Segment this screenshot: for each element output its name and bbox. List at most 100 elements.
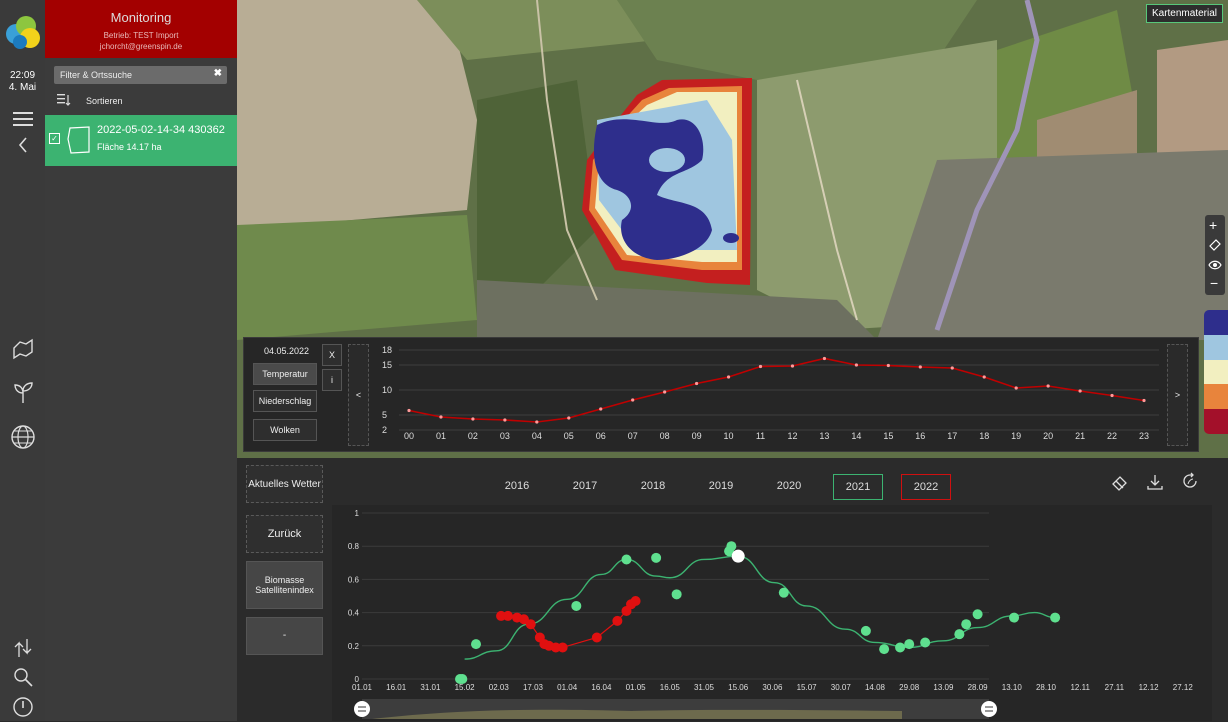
bio-xtick-label: 15.07: [797, 683, 818, 692]
temp-point: [407, 408, 411, 413]
temp-xtick-label: 11: [756, 431, 765, 441]
temp-point: [918, 365, 922, 369]
bio-2021-point: [778, 587, 789, 598]
bio-2021-point: [879, 644, 890, 655]
bio-xtick-label: 01.04: [557, 683, 578, 692]
zoom-out-icon[interactable]: −: [1210, 275, 1218, 291]
temp-xtick-label: 02: [468, 431, 478, 441]
precipitation-button[interactable]: Niederschlag: [253, 390, 317, 412]
temperature-button[interactable]: Temperatur: [253, 363, 317, 385]
year-2021-tab[interactable]: 2021: [833, 474, 883, 500]
eraser-icon[interactable]: [1208, 237, 1222, 251]
biomass-chart-area: 0 0.2 0.4 0.6 0.8 1 01.01 16.01 31.01 15.02 02.03 1…: [332, 505, 1212, 721]
year-2017-tab[interactable]: 2017: [561, 474, 609, 498]
bio-2021-point: [860, 625, 871, 636]
bio-xtick-label: 27.12: [1173, 683, 1194, 692]
temp-point: [1014, 386, 1018, 390]
plant-icon[interactable]: [8, 377, 38, 407]
temp-point: [1046, 384, 1050, 388]
temp-point: [758, 364, 763, 369]
bio-xtick-label: 13.09: [933, 683, 954, 692]
import-export-icon[interactable]: [8, 633, 38, 663]
temp-ytick-label: 10: [382, 385, 392, 395]
year-2022-tab[interactable]: 2022: [901, 474, 951, 500]
clouds-button[interactable]: Wolken: [253, 419, 317, 441]
bio-2021-point: [895, 642, 906, 653]
temp-point: [471, 417, 475, 421]
bio-xtick-label: 30.07: [831, 683, 852, 692]
temp-xtick-label: 22: [1107, 431, 1117, 441]
clear-filter-icon[interactable]: ✖: [214, 68, 222, 79]
temp-xtick-label: 14: [851, 431, 861, 441]
info-button[interactable]: i: [322, 369, 342, 391]
filter-search-input[interactable]: Filter & Ortssuche ✖: [54, 66, 227, 84]
legend-swatch: [1204, 359, 1228, 385]
bio-xtick-label: 15.02: [455, 683, 476, 692]
fields-icon[interactable]: [8, 334, 38, 364]
temp-xtick-label: 20: [1043, 431, 1053, 441]
back-button[interactable]: Zurück: [246, 515, 323, 553]
weather-prev-button[interactable]: <: [348, 344, 369, 446]
collapse-arrow-icon[interactable]: [8, 130, 38, 160]
sort-icon: [57, 94, 71, 106]
biomass-index-button[interactable]: Biomasse Satellitenindex: [246, 561, 323, 609]
biomass-chart: 00.20.40.60.8101.01 16.01 31.01 15.02 02.03 1…: [348, 509, 1194, 719]
bio-ytick-label: 1: [355, 509, 360, 518]
zoom-in-icon[interactable]: +: [1209, 217, 1217, 233]
field-list-item[interactable]: ✓ 2022-05-02-14-34 430362 Fläche 14.17 h…: [45, 115, 237, 166]
bio-ytick-label: 0.6: [348, 575, 360, 584]
range-end-handle: [981, 701, 997, 717]
eraser-tool-icon[interactable]: [1110, 472, 1130, 492]
field-item-area: Fläche 14.17 ha: [97, 142, 162, 152]
download-icon[interactable]: [1145, 472, 1165, 492]
bio-xtick-label: 16.05: [660, 683, 681, 692]
bio-xtick-label: 13.10: [1002, 683, 1023, 692]
sort-label: Sortieren: [86, 96, 123, 106]
bio-xtick-label: 31.05: [694, 683, 715, 692]
legend-swatch: [1204, 409, 1228, 434]
weather-next-button[interactable]: >: [1167, 344, 1188, 446]
settings-icon[interactable]: [8, 662, 38, 692]
range-start-handle: [354, 701, 370, 717]
bio-xtick-label: 16.01: [386, 683, 407, 692]
temp-point: [631, 398, 635, 402]
temp-xtick-label: 21: [1075, 431, 1085, 441]
current-weather-button[interactable]: Aktuelles Wetter: [246, 465, 323, 503]
close-weather-button[interactable]: X: [322, 344, 342, 366]
temp-point: [567, 416, 571, 420]
temp-ytick-label: 5: [382, 410, 387, 420]
bio-2021-point: [1009, 612, 1020, 623]
bio-2021-point: [457, 674, 468, 684]
panel-subtitle-user: jchorcht@greenspin.de: [99, 42, 183, 51]
bio-2021-point: [961, 619, 972, 630]
year-2019-tab[interactable]: 2019: [697, 474, 745, 498]
field-checkbox[interactable]: ✓: [49, 133, 60, 144]
bio-2021-point: [920, 637, 931, 648]
power-icon[interactable]: [8, 692, 38, 722]
temp-xtick-label: 06: [596, 431, 606, 441]
dash-button[interactable]: -: [246, 617, 323, 655]
bio-2022-point: [591, 632, 602, 643]
temp-point: [950, 366, 954, 370]
sort-button[interactable]: Sortieren: [53, 92, 223, 110]
app-logo[interactable]: [2, 12, 44, 54]
temp-xtick-label: 01: [436, 431, 446, 441]
temp-ytick-label: 15: [382, 360, 392, 370]
bio-xtick-label: 01.05: [626, 683, 647, 692]
field-shape-icon: [67, 126, 90, 154]
bio-highlight-point: [731, 549, 745, 563]
basemap-button[interactable]: Kartenmaterial: [1145, 4, 1223, 23]
temperature-chart: 2 5 10 15 18 00 01 02 03 04 05 06 07 08 09 10 11 12 13 14 15…: [382, 345, 1159, 441]
refresh-crop-icon[interactable]: [1180, 471, 1200, 491]
year-2018-tab[interactable]: 2018: [629, 474, 677, 498]
temp-point: [886, 363, 890, 368]
globe-icon[interactable]: [8, 422, 38, 452]
visibility-icon[interactable]: [1208, 259, 1222, 271]
temp-xtick-label: 09: [692, 431, 702, 441]
year-2016-tab[interactable]: 2016: [493, 474, 541, 498]
temp-xtick-label: 08: [660, 431, 670, 441]
bio-2021-point: [671, 589, 682, 600]
year-2020-tab[interactable]: 2020: [765, 474, 813, 498]
temp-xtick-label: 07: [628, 431, 638, 441]
bio-2022-point: [612, 615, 623, 626]
